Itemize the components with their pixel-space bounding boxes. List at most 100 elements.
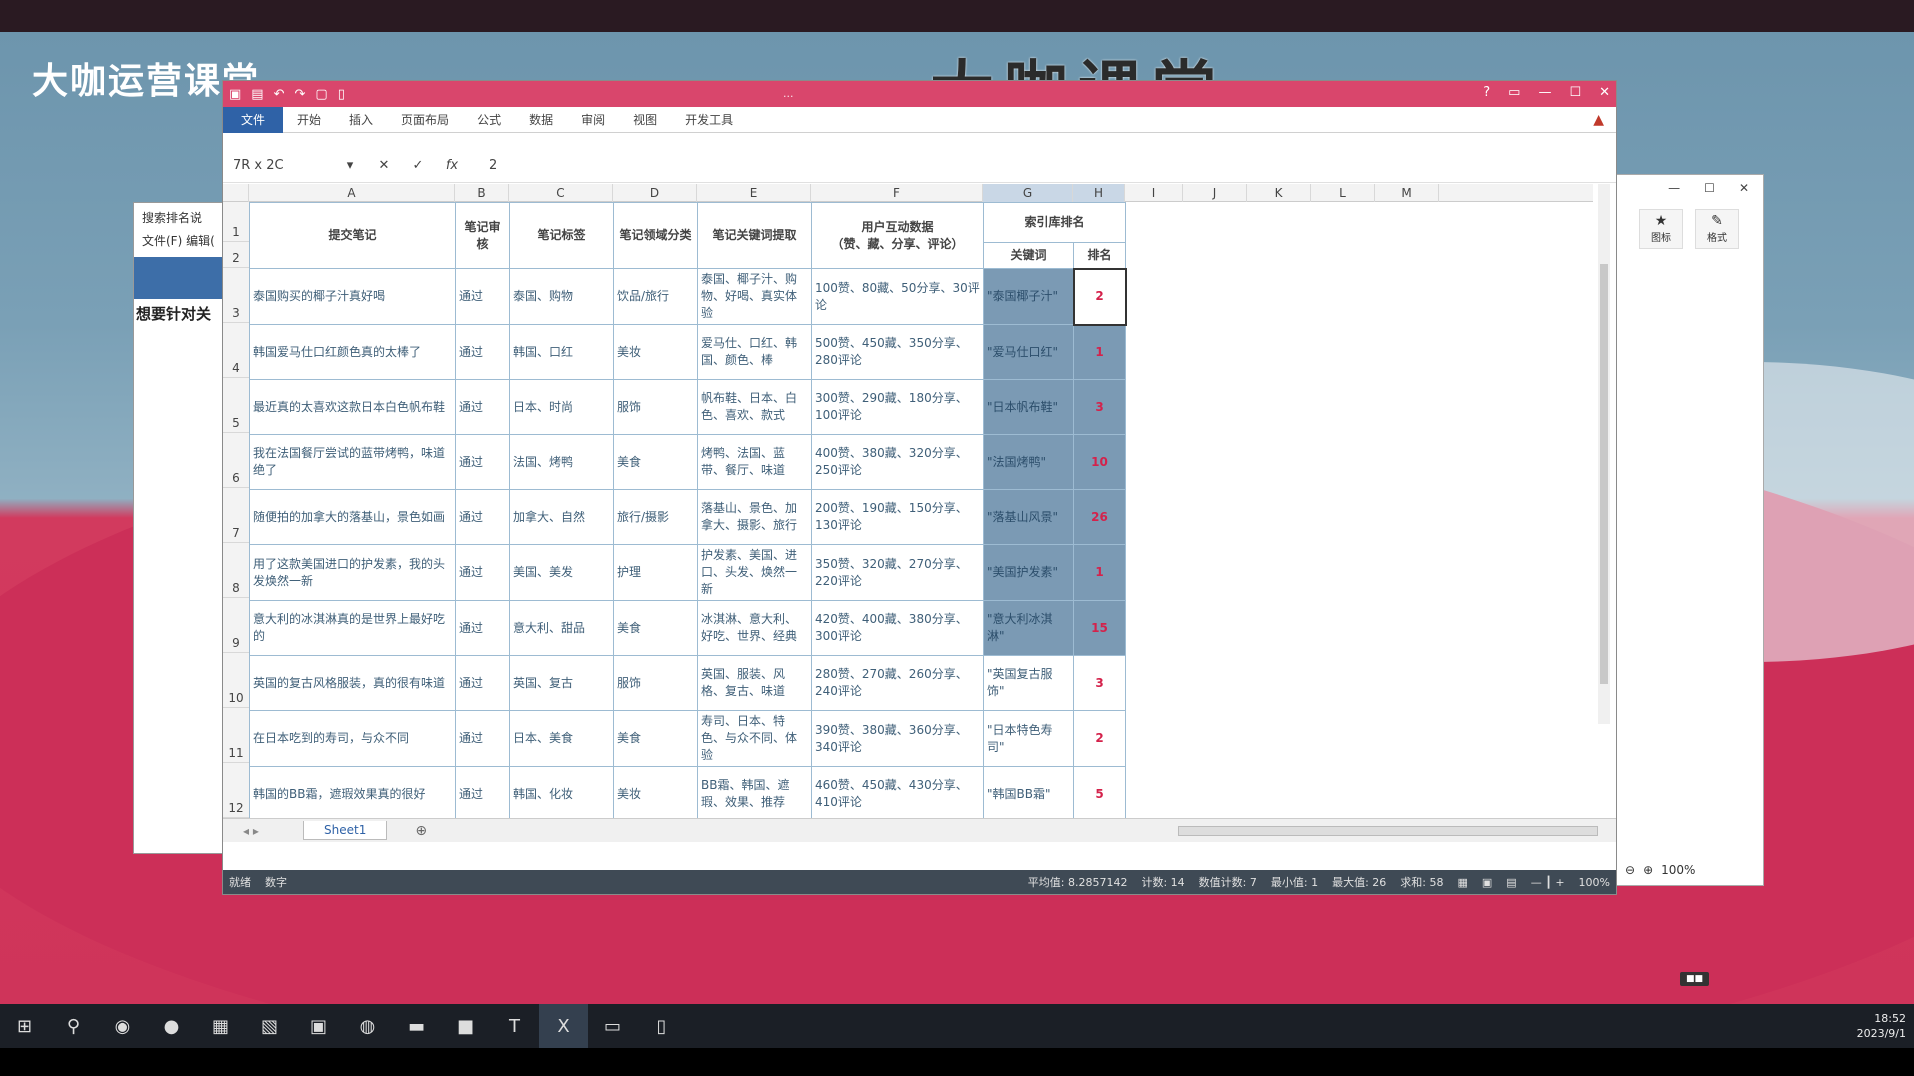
cell-rank[interactable]: 3 [1073, 379, 1126, 435]
zoom-out-icon[interactable]: ⊖ [1625, 863, 1635, 877]
add-sheet-icon[interactable]: ⊕ [415, 823, 427, 839]
horizontal-scrollbar[interactable] [1178, 825, 1598, 836]
app-icon[interactable]: ▯ [637, 1004, 686, 1048]
row-header[interactable]: 9 [223, 598, 249, 653]
cell-rank[interactable]: 26 [1073, 489, 1126, 545]
column-header-i[interactable]: I [1125, 184, 1183, 202]
cell-category[interactable]: 美妆 [613, 324, 698, 380]
close-icon[interactable]: ✕ [1739, 181, 1749, 195]
cell-category[interactable]: 饮品/旅行 [613, 268, 698, 325]
cell-interaction[interactable]: 100赞、80藏、50分享、30评论 [811, 268, 984, 325]
function-icon[interactable]: fx [435, 158, 469, 173]
cell-keyword[interactable]: "泰国椰子汁" [983, 268, 1074, 325]
cell-review[interactable]: 通过 [455, 434, 510, 490]
column-header-h[interactable]: H [1073, 184, 1125, 202]
tab-review[interactable]: 审阅 [567, 111, 619, 128]
normal-view-icon[interactable]: ▦ [1457, 876, 1467, 889]
scroll-thumb[interactable] [1600, 264, 1608, 684]
row-header[interactable]: 5 [223, 378, 249, 433]
cell-review[interactable]: 通过 [455, 766, 510, 818]
tab-formulas[interactable]: 公式 [463, 111, 515, 128]
warning-icon[interactable]: ▲ [1593, 112, 1616, 128]
column-header-k[interactable]: K [1247, 184, 1311, 202]
header-keywords[interactable]: 笔记关键词提取 [697, 202, 812, 269]
cell-tag[interactable]: 法国、烤鸭 [509, 434, 614, 490]
app-icon[interactable]: ■ [441, 1004, 490, 1048]
cell-rank[interactable]: 5 [1073, 766, 1126, 818]
cell-interaction[interactable]: 200赞、190藏、150分享、130评论 [811, 489, 984, 545]
cell-keyword[interactable]: "落基山风景" [983, 489, 1074, 545]
tab-home[interactable]: 开始 [283, 111, 335, 128]
page-layout-icon[interactable]: ▣ [1482, 876, 1492, 889]
column-header-f[interactable]: F [811, 184, 983, 202]
edge-icon[interactable]: ◉ [98, 1004, 147, 1048]
sheet-nav-arrows[interactable]: ◂ ▸ [223, 824, 303, 838]
cell-keyword[interactable]: "日本帆布鞋" [983, 379, 1074, 435]
select-all-corner[interactable] [223, 184, 249, 202]
maximize-icon[interactable]: ☐ [1704, 181, 1715, 195]
cell-review[interactable]: 通过 [455, 324, 510, 380]
row-header[interactable]: 8 [223, 543, 249, 598]
row-header[interactable]: 1 [223, 202, 249, 242]
column-header-b[interactable]: B [455, 184, 509, 202]
sheet-grid[interactable]: A B C D E F G H I J K L M 1 2 3 4 5 6 7 … [223, 184, 1593, 818]
cell-keywords[interactable]: 护发素、美国、进口、头发、焕然一新 [697, 544, 812, 601]
tab-page-layout[interactable]: 页面布局 [387, 111, 463, 128]
cell-rank[interactable]: 10 [1073, 434, 1126, 490]
zoom-slider[interactable]: — ┃ + [1531, 876, 1565, 889]
enter-icon[interactable]: ✓ [401, 158, 435, 173]
bg-menu-file[interactable]: 文件(F) [142, 234, 182, 248]
cell-note[interactable]: 在日本吃到的寿司，与众不同 [249, 710, 456, 767]
column-header-g[interactable]: G [983, 184, 1073, 202]
cell-interaction[interactable]: 420赞、400藏、380分享、300评论 [811, 600, 984, 656]
cell-tag[interactable]: 日本、美食 [509, 710, 614, 767]
header-tag[interactable]: 笔记标签 [509, 202, 614, 269]
name-box[interactable]: 7R x 2C [223, 158, 333, 173]
page-break-icon[interactable]: ▤ [1506, 876, 1516, 889]
cell-review[interactable]: 通过 [455, 710, 510, 767]
cell-category[interactable]: 旅行/摄影 [613, 489, 698, 545]
cell-category[interactable]: 服饰 [613, 379, 698, 435]
cell-rank[interactable]: 2 [1073, 710, 1126, 767]
cell-keywords[interactable]: 烤鸭、法国、蓝带、餐厅、味道 [697, 434, 812, 490]
cell-tag[interactable]: 意大利、甜品 [509, 600, 614, 656]
column-header-m[interactable]: M [1375, 184, 1439, 202]
maximize-icon[interactable]: ☐ [1569, 85, 1581, 100]
header-category[interactable]: 笔记领域分类 [613, 202, 698, 269]
column-header-a[interactable]: A [249, 184, 455, 202]
cell-interaction[interactable]: 390赞、380藏、360分享、340评论 [811, 710, 984, 767]
cell-tag[interactable]: 英国、复古 [509, 655, 614, 711]
cell-category[interactable]: 服饰 [613, 655, 698, 711]
ribbon-display-icon[interactable]: ▭ [1508, 85, 1520, 100]
column-header-d[interactable]: D [613, 184, 697, 202]
cell-rank-active[interactable]: 2 [1072, 267, 1127, 326]
cell-category[interactable]: 美食 [613, 434, 698, 490]
cell-keywords[interactable]: 爱马仕、口红、韩国、颜色、棒 [697, 324, 812, 380]
tab-view[interactable]: 视图 [619, 111, 671, 128]
cell-keyword[interactable]: "爱马仕口红" [983, 324, 1074, 380]
cell-category[interactable]: 美食 [613, 710, 698, 767]
tab-file[interactable]: 文件 [223, 106, 284, 133]
cell-note[interactable]: 用了这款美国进口的护发素，我的头发焕然一新 [249, 544, 456, 601]
save-icon[interactable]: ▤ [251, 87, 263, 102]
column-header-l[interactable]: L [1311, 184, 1375, 202]
name-box-dropdown-icon[interactable]: ▾ [333, 158, 367, 173]
cell-category[interactable]: 护理 [613, 544, 698, 601]
row-header[interactable]: 7 [223, 488, 249, 543]
status-zoom[interactable]: 100% [1579, 876, 1610, 889]
print-preview-icon[interactable]: ▢ [315, 87, 327, 102]
cell-category[interactable]: 美妆 [613, 766, 698, 818]
app-icon[interactable]: ▬ [392, 1004, 441, 1048]
browser-icon[interactable]: ● [147, 1004, 196, 1048]
zoom-in-icon[interactable]: ⊕ [1643, 863, 1653, 877]
excel-titlebar[interactable]: ▣ ▤ ↶ ↷ ▢ ▯ ... ? ▭ — ☐ ✕ [223, 81, 1616, 107]
cell-note[interactable]: 韩国的BB霜，遮瑕效果真的很好 [249, 766, 456, 818]
formula-input[interactable]: 2 [469, 158, 497, 173]
tab-data[interactable]: 数据 [515, 111, 567, 128]
cancel-icon[interactable]: ✕ [367, 158, 401, 173]
close-icon[interactable]: ✕ [1599, 85, 1610, 100]
cell-keyword[interactable]: "韩国BB霜" [983, 766, 1074, 818]
redo-icon[interactable]: ↷ [295, 87, 306, 102]
column-header-c[interactable]: C [509, 184, 613, 202]
cell-review[interactable]: 通过 [455, 544, 510, 601]
